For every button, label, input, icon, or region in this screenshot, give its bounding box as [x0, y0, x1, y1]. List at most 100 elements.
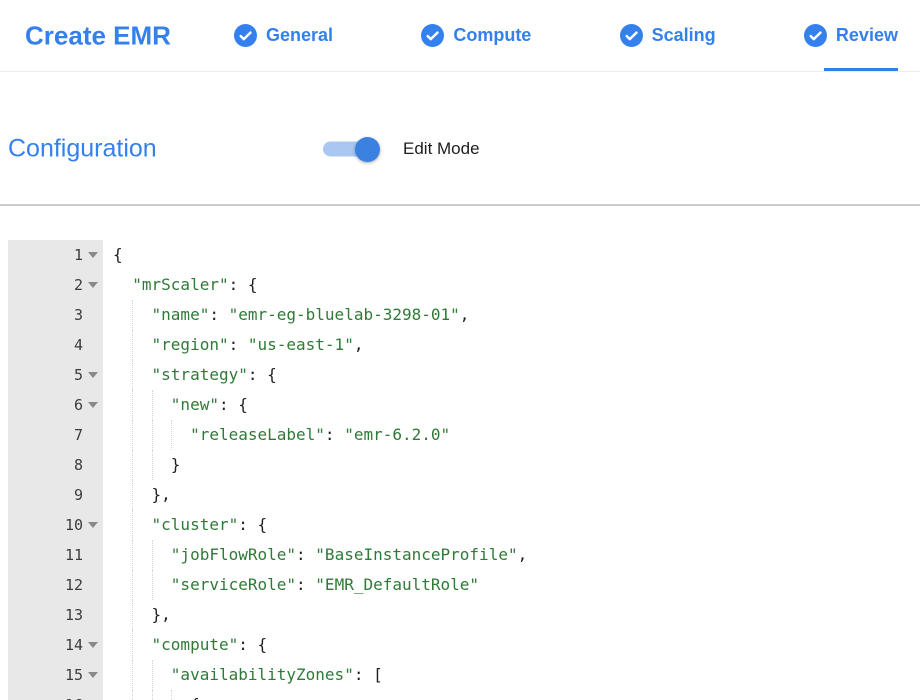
- line-number: 12: [65, 576, 83, 594]
- json-editor[interactable]: 1{2 "mrScaler": {3 "name": "emr-eg-bluel…: [8, 240, 912, 700]
- editor-line: 9 },: [8, 480, 912, 510]
- code-text: "new": {: [103, 390, 912, 420]
- check-circle-icon: [421, 24, 444, 47]
- code-text: "availabilityZones": [: [103, 660, 912, 690]
- fold-arrow-icon[interactable]: [88, 372, 98, 378]
- wizard-header: Create EMR GeneralComputeScalingReview: [0, 0, 920, 72]
- line-number: 15: [65, 666, 83, 684]
- code-line[interactable]: }: [103, 450, 912, 480]
- code-line[interactable]: "name": "emr-eg-bluelab-3298-01",: [103, 300, 912, 330]
- check-circle-icon: [620, 24, 643, 47]
- step-tab-scaling[interactable]: Scaling: [620, 24, 716, 47]
- code-line[interactable]: "new": {: [103, 390, 912, 420]
- fold-arrow-icon[interactable]: [88, 252, 98, 258]
- code-text: },: [103, 480, 912, 510]
- editor-line: 15 "availabilityZones": [: [8, 660, 912, 690]
- section-divider: [0, 204, 920, 206]
- gutter-cell: 4: [8, 330, 103, 360]
- code-text: "cluster": {: [103, 510, 912, 540]
- edit-mode-label: Edit Mode: [403, 139, 480, 159]
- editor-line: 7 "releaseLabel": "emr-6.2.0": [8, 420, 912, 450]
- code-line[interactable]: "jobFlowRole": "BaseInstanceProfile",: [103, 540, 912, 570]
- editor-line: 3 "name": "emr-eg-bluelab-3298-01",: [8, 300, 912, 330]
- code-line[interactable]: "serviceRole": "EMR_DefaultRole": [103, 570, 912, 600]
- line-number: 9: [74, 486, 83, 504]
- step-label: Scaling: [652, 25, 716, 46]
- code-line[interactable]: "availabilityZones": [: [103, 660, 912, 690]
- code-text: "releaseLabel": "emr-6.2.0": [103, 420, 912, 450]
- fold-arrow-icon[interactable]: [88, 672, 98, 678]
- code-text: {: [103, 690, 912, 700]
- code-text: "name": "emr-eg-bluelab-3298-01",: [103, 300, 912, 330]
- gutter-cell: 11: [8, 540, 103, 570]
- code-line[interactable]: "releaseLabel": "emr-6.2.0": [103, 420, 912, 450]
- active-tab-underline: [824, 68, 898, 71]
- gutter-cell: 6: [8, 390, 103, 420]
- toggle-knob-icon: [355, 137, 380, 162]
- code-text: "serviceRole": "EMR_DefaultRole": [103, 570, 912, 600]
- step-label: General: [266, 25, 333, 46]
- code-text: {: [103, 240, 912, 270]
- fold-arrow-icon[interactable]: [88, 282, 98, 288]
- editor-line: 1{: [8, 240, 912, 270]
- code-line[interactable]: },: [103, 480, 912, 510]
- editor-line: 10 "cluster": {: [8, 510, 912, 540]
- step-tab-review[interactable]: Review: [804, 24, 898, 47]
- gutter-cell: 1: [8, 240, 103, 270]
- create-emr-wizard: Create EMR GeneralComputeScalingReview C…: [0, 0, 920, 700]
- code-text: "mrScaler": {: [103, 270, 912, 300]
- editor-line: 6 "new": {: [8, 390, 912, 420]
- step-tab-general[interactable]: General: [234, 24, 333, 47]
- edit-mode-toggle[interactable]: [323, 142, 377, 157]
- line-number: 14: [65, 636, 83, 654]
- gutter-cell: 14: [8, 630, 103, 660]
- code-line[interactable]: "strategy": {: [103, 360, 912, 390]
- code-line[interactable]: "region": "us-east-1",: [103, 330, 912, 360]
- fold-arrow-icon[interactable]: [88, 402, 98, 408]
- gutter-cell: 9: [8, 480, 103, 510]
- line-number: 8: [74, 456, 83, 474]
- code-line[interactable]: {: [103, 240, 912, 270]
- editor-line: 4 "region": "us-east-1",: [8, 330, 912, 360]
- line-number: 11: [65, 546, 83, 564]
- editor-line: 2 "mrScaler": {: [8, 270, 912, 300]
- gutter-cell: 2: [8, 270, 103, 300]
- gutter-cell: 16: [8, 690, 103, 700]
- step-label: Review: [836, 25, 898, 46]
- section-title: Configuration: [8, 135, 157, 164]
- gutter-cell: 10: [8, 510, 103, 540]
- code-line[interactable]: "compute": {: [103, 630, 912, 660]
- configuration-section: Configuration Edit Mode: [0, 128, 920, 170]
- line-number: 13: [65, 606, 83, 624]
- step-tab-compute[interactable]: Compute: [421, 24, 531, 47]
- code-line[interactable]: "mrScaler": {: [103, 270, 912, 300]
- code-line[interactable]: {: [103, 690, 912, 700]
- code-text: "strategy": {: [103, 360, 912, 390]
- line-number: 3: [74, 306, 83, 324]
- code-text: "compute": {: [103, 630, 912, 660]
- code-text: },: [103, 600, 912, 630]
- step-label: Compute: [453, 25, 531, 46]
- line-number: 1: [74, 246, 83, 264]
- editor-line: 13 },: [8, 600, 912, 630]
- line-number: 16: [65, 696, 83, 700]
- code-line[interactable]: },: [103, 600, 912, 630]
- editor-line: 16 {: [8, 690, 912, 700]
- editor-line: 5 "strategy": {: [8, 360, 912, 390]
- gutter-cell: 7: [8, 420, 103, 450]
- editor-line: 14 "compute": {: [8, 630, 912, 660]
- fold-arrow-icon[interactable]: [88, 522, 98, 528]
- editor-line: 11 "jobFlowRole": "BaseInstanceProfile",: [8, 540, 912, 570]
- editor-line: 12 "serviceRole": "EMR_DefaultRole": [8, 570, 912, 600]
- gutter-cell: 3: [8, 300, 103, 330]
- line-number: 4: [74, 336, 83, 354]
- gutter-cell: 5: [8, 360, 103, 390]
- gutter-cell: 12: [8, 570, 103, 600]
- gutter-cell: 8: [8, 450, 103, 480]
- gutter-cell: 15: [8, 660, 103, 690]
- code-text: "jobFlowRole": "BaseInstanceProfile",: [103, 540, 912, 570]
- code-line[interactable]: "cluster": {: [103, 510, 912, 540]
- fold-arrow-icon[interactable]: [88, 642, 98, 648]
- line-number: 7: [74, 426, 83, 444]
- line-number: 2: [74, 276, 83, 294]
